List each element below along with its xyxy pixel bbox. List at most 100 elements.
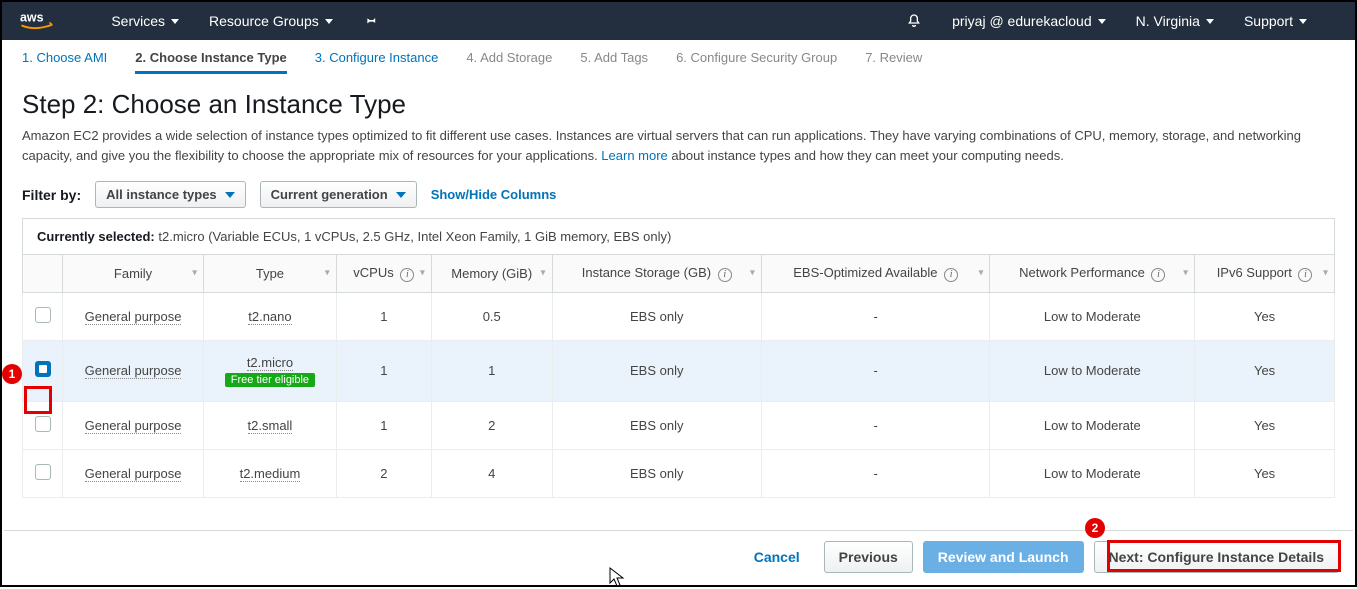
cell-ipv6: Yes — [1195, 340, 1335, 401]
cell-vcpus: 1 — [336, 340, 431, 401]
info-icon[interactable]: i — [400, 268, 414, 282]
previous-button[interactable]: Previous — [824, 541, 913, 573]
info-icon[interactable]: i — [944, 268, 958, 282]
row-checkbox[interactable] — [35, 361, 51, 377]
cell-memory: 2 — [431, 401, 552, 449]
nav-support[interactable]: Support — [1244, 13, 1307, 29]
cell-vcpus: 1 — [336, 292, 431, 340]
currently-selected-prefix: Currently selected: — [37, 229, 155, 244]
cell-memory: 1 — [431, 340, 552, 401]
step-choose-instance-type[interactable]: 2. Choose Instance Type — [135, 50, 286, 74]
row-checkbox[interactable] — [35, 464, 51, 480]
main-content: Step 2: Choose an Instance Type Amazon E… — [2, 85, 1355, 545]
nav-region[interactable]: N. Virginia — [1136, 13, 1214, 29]
sort-icon: ▾ — [750, 268, 755, 279]
step-choose-ami[interactable]: 1. Choose AMI — [22, 50, 107, 74]
table-row[interactable]: General purposet2.nano10.5EBS only-Low t… — [23, 292, 1335, 340]
cell-ebs-optimized: - — [761, 401, 990, 449]
aws-top-nav: aws Services Resource Groups priyaj @ ed… — [2, 2, 1355, 40]
sort-icon: ▾ — [325, 268, 330, 279]
cell-ebs-optimized: - — [761, 449, 990, 497]
caret-down-icon — [171, 19, 179, 24]
col-ebs-label: EBS-Optimized Available — [793, 265, 937, 280]
caret-down-icon — [1098, 19, 1106, 24]
wizard-footer: Cancel Previous Review and Launch Next: … — [4, 530, 1353, 583]
pin-icon[interactable] — [359, 10, 381, 32]
info-icon[interactable]: i — [718, 268, 732, 282]
cell-type: t2.micro — [247, 355, 293, 371]
cell-ebs-optimized: - — [761, 292, 990, 340]
row-checkbox[interactable] — [35, 307, 51, 323]
cell-ipv6: Yes — [1195, 401, 1335, 449]
info-icon[interactable]: i — [1151, 268, 1165, 282]
info-icon[interactable]: i — [1298, 268, 1312, 282]
review-and-launch-button[interactable]: Review and Launch — [923, 541, 1084, 573]
page-title: Step 2: Choose an Instance Type — [22, 89, 1335, 120]
col-storage-label: Instance Storage (GB) — [582, 265, 711, 280]
col-ebs-optimized[interactable]: EBS-Optimized Available i▾ — [761, 255, 990, 293]
step-add-tags[interactable]: 5. Add Tags — [580, 50, 648, 74]
col-ipv6-support[interactable]: IPv6 Support i ▾ — [1195, 255, 1335, 293]
cell-family: General purpose — [85, 418, 182, 434]
instance-type-table: Family▾ Type▾ vCPUs i▾ Memory (GiB)▾ Ins… — [22, 254, 1335, 498]
cell-memory: 0.5 — [431, 292, 552, 340]
currently-selected-text: t2.micro (Variable ECUs, 1 vCPUs, 2.5 GH… — [155, 229, 672, 244]
cell-family: General purpose — [85, 466, 182, 482]
cell-vcpus: 1 — [336, 401, 431, 449]
table-row[interactable]: General purpose t2.small 12EBS only-Low to… — [23, 401, 1335, 449]
cell-memory: 4 — [431, 449, 552, 497]
cell-ebs-optimized: - — [761, 340, 990, 401]
desc-text-b: about instance types and how they can me… — [671, 148, 1063, 163]
col-network-performance[interactable]: Network Performance i ▾ — [990, 255, 1195, 293]
cell-network-performance: Low to Moderate — [990, 292, 1195, 340]
cell-type: t2.small — [248, 418, 293, 434]
caret-down-icon — [225, 192, 235, 198]
sort-icon: ▾ — [1183, 268, 1188, 279]
sort-icon: ▾ — [192, 268, 197, 279]
nav-resource-groups-label: Resource Groups — [209, 13, 319, 29]
sort-icon: ▾ — [1323, 268, 1328, 279]
cell-family: General purpose — [85, 363, 182, 379]
step-add-storage[interactable]: 4. Add Storage — [466, 50, 552, 74]
cell-network-performance: Low to Moderate — [990, 401, 1195, 449]
col-storage[interactable]: Instance Storage (GB) i ▾ — [552, 255, 761, 293]
nav-account[interactable]: priyaj @ edurekacloud — [952, 13, 1106, 29]
cell-network-performance: Low to Moderate — [990, 449, 1195, 497]
nav-services[interactable]: Services — [111, 13, 179, 29]
notifications-icon[interactable] — [906, 13, 922, 29]
cell-family: General purpose — [85, 309, 182, 325]
col-vcpus-label: vCPUs — [353, 265, 393, 280]
table-row[interactable]: General purposet2.medium24EBS only-Low t… — [23, 449, 1335, 497]
col-vcpus[interactable]: vCPUs i▾ — [336, 255, 431, 293]
show-hide-columns-link[interactable]: Show/Hide Columns — [431, 187, 557, 202]
col-memory[interactable]: Memory (GiB)▾ — [431, 255, 552, 293]
caret-down-icon — [1206, 19, 1214, 24]
filter-generation-dropdown[interactable]: Current generation — [260, 181, 417, 208]
table-row[interactable]: General purposet2.microFree tier eligibl… — [23, 340, 1335, 401]
row-checkbox[interactable] — [35, 416, 51, 432]
nav-resource-groups[interactable]: Resource Groups — [209, 13, 333, 29]
step-security-group[interactable]: 6. Configure Security Group — [676, 50, 837, 74]
caret-down-icon — [1299, 19, 1307, 24]
cell-type: t2.nano — [248, 309, 291, 325]
filter-instance-types-label: All instance types — [106, 187, 217, 202]
cancel-button[interactable]: Cancel — [740, 542, 814, 572]
col-family-label: Family — [114, 266, 152, 281]
col-family[interactable]: Family ▾ — [63, 255, 204, 293]
cell-storage: EBS only — [552, 340, 761, 401]
aws-logo: aws — [20, 10, 71, 32]
cell-ipv6: Yes — [1195, 292, 1335, 340]
nav-region-label: N. Virginia — [1136, 13, 1200, 29]
learn-more-link[interactable]: Learn more — [601, 148, 667, 163]
col-net-label: Network Performance — [1019, 265, 1145, 280]
col-ipv6-label: IPv6 Support — [1217, 265, 1292, 280]
cell-vcpus: 2 — [336, 449, 431, 497]
col-type[interactable]: Type▾ — [204, 255, 337, 293]
annotation-marker-2: 2 — [1085, 518, 1105, 538]
step-configure-instance[interactable]: 3. Configure Instance — [315, 50, 439, 74]
currently-selected-bar: Currently selected: t2.micro (Variable E… — [22, 218, 1335, 254]
step-review[interactable]: 7. Review — [865, 50, 922, 74]
cell-storage: EBS only — [552, 401, 761, 449]
filter-instance-types-dropdown[interactable]: All instance types — [95, 181, 246, 208]
next-configure-instance-button[interactable]: Next: Configure Instance Details — [1094, 541, 1340, 573]
